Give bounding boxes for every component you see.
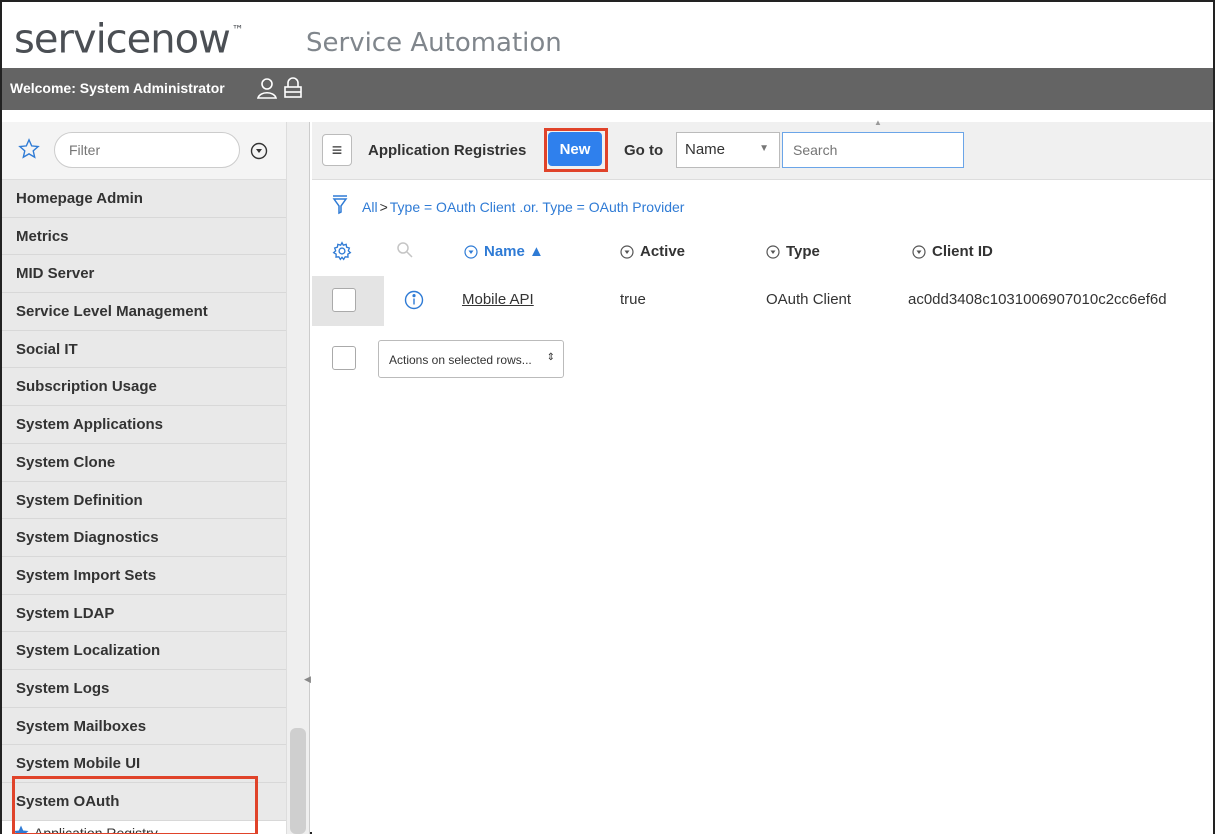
favorites-star-icon[interactable] bbox=[18, 138, 40, 165]
nav-item-system-import-sets[interactable]: System Import Sets bbox=[2, 556, 286, 595]
collapse-header-icon[interactable]: ▲ bbox=[874, 118, 882, 127]
nav-item-system-mobile-ui[interactable]: System Mobile UI bbox=[2, 745, 286, 783]
column-header-client-id[interactable]: Client ID bbox=[912, 243, 993, 260]
user-icon[interactable] bbox=[256, 77, 278, 99]
column-menu-icon[interactable] bbox=[620, 244, 634, 259]
new-button[interactable]: New bbox=[548, 132, 602, 166]
application-navigator: Homepage Admin Metrics MID Server Servic… bbox=[2, 122, 286, 834]
goto-field-select[interactable]: Name ▼ bbox=[676, 132, 780, 168]
navigator-scrollbar[interactable] bbox=[286, 122, 310, 834]
nav-item-system-definition[interactable]: System Definition bbox=[2, 481, 286, 520]
column-header-name[interactable]: Name ▲ bbox=[464, 243, 544, 260]
filter-breadcrumb: All > Type = OAuth Client .or. Type = OA… bbox=[332, 194, 684, 219]
row-checkbox[interactable] bbox=[332, 288, 356, 312]
nav-item-system-logs[interactable]: System Logs bbox=[2, 669, 286, 708]
nav-subitem-label: Application Registry bbox=[34, 824, 158, 834]
column-menu-icon[interactable] bbox=[464, 244, 478, 259]
list-toolbar: ▲ ≡ Application Registries New Go to Nam… bbox=[312, 118, 1213, 180]
breadcrumb-separator: > bbox=[379, 198, 388, 215]
nav-item-mid-server[interactable]: MID Server bbox=[2, 255, 286, 294]
select-caret-icon: ⇕ bbox=[546, 352, 555, 363]
list-title: Application Registries bbox=[368, 142, 527, 159]
navigator-filter-input[interactable] bbox=[54, 132, 240, 168]
column-header-type[interactable]: Type bbox=[766, 243, 820, 260]
column-search-icon[interactable] bbox=[396, 241, 414, 263]
welcome-bar: Welcome: System Administrator bbox=[2, 68, 1213, 110]
list-search-input[interactable] bbox=[782, 132, 964, 168]
goto-field-value: Name bbox=[685, 141, 726, 158]
nav-item-system-applications[interactable]: System Applications bbox=[2, 406, 286, 444]
lock-icon[interactable] bbox=[282, 77, 304, 99]
welcome-text: Welcome: System Administrator bbox=[10, 80, 225, 96]
scrollbar-thumb[interactable] bbox=[290, 728, 306, 834]
personalize-list-gear-icon[interactable] bbox=[332, 241, 352, 265]
nav-item-homepage-admin[interactable]: Homepage Admin bbox=[2, 180, 286, 218]
nav-item-system-diagnostics[interactable]: System Diagnostics bbox=[2, 519, 286, 557]
column-menu-icon[interactable] bbox=[912, 244, 926, 259]
favorite-star-icon bbox=[13, 825, 29, 834]
nav-item-subscription-usage[interactable]: Subscription Usage bbox=[2, 368, 286, 407]
filter-dropdown-icon[interactable] bbox=[250, 142, 268, 165]
column-header-active[interactable]: Active bbox=[620, 243, 685, 260]
cell-client-id: ac0dd3408c1031006907010c2cc6ef6d bbox=[908, 291, 1167, 308]
row-select-cell bbox=[312, 276, 384, 326]
nav-subitem-application-registry[interactable]: Application Registry bbox=[2, 820, 286, 834]
nav-item-system-localization[interactable]: System Localization bbox=[2, 632, 286, 670]
column-menu-icon[interactable] bbox=[766, 244, 780, 259]
list-view: ▲ ≡ Application Registries New Go to Nam… bbox=[312, 118, 1213, 834]
cell-active: true bbox=[620, 291, 646, 308]
select-all-checkbox[interactable] bbox=[332, 346, 356, 370]
actions-select-label: Actions on selected rows... bbox=[389, 353, 532, 367]
servicenow-logo: servicenow ™ bbox=[14, 16, 244, 63]
nav-item-service-level-management[interactable]: Service Level Management bbox=[2, 293, 286, 331]
nav-item-system-ldap[interactable]: System LDAP bbox=[2, 594, 286, 633]
table-header-row: Name ▲ Active Type Client ID bbox=[312, 232, 1213, 272]
collapse-navigator-icon[interactable]: ◀ bbox=[304, 674, 311, 685]
product-subtitle: Service Automation bbox=[306, 28, 562, 58]
actions-on-selected-rows-select[interactable]: Actions on selected rows... ⇕ bbox=[378, 340, 564, 378]
nav-item-metrics[interactable]: Metrics bbox=[2, 217, 286, 256]
banner: servicenow ™ Service Automation bbox=[2, 2, 1213, 68]
record-info-icon[interactable] bbox=[404, 290, 424, 314]
cell-type: OAuth Client bbox=[766, 291, 852, 308]
nav-item-system-clone[interactable]: System Clone bbox=[2, 443, 286, 482]
nav-item-system-mailboxes[interactable]: System Mailboxes bbox=[2, 707, 286, 746]
table-row: Mobile API true OAuth Client ac0dd3408c1… bbox=[312, 276, 1213, 326]
goto-label: Go to bbox=[624, 142, 664, 159]
nav-item-social-it[interactable]: Social IT bbox=[2, 330, 286, 369]
list-menu-button[interactable]: ≡ bbox=[322, 134, 352, 166]
select-caret-icon: ▼ bbox=[759, 143, 769, 154]
filter-funnel-icon[interactable] bbox=[332, 194, 348, 219]
cell-name[interactable]: Mobile API bbox=[462, 291, 534, 308]
navigator-filter-row bbox=[2, 122, 286, 180]
breadcrumb-condition[interactable]: Type = OAuth Client .or. Type = OAuth Pr… bbox=[390, 199, 685, 215]
nav-item-system-oauth[interactable]: System OAuth bbox=[2, 783, 286, 821]
breadcrumb-all[interactable]: All bbox=[362, 199, 378, 215]
